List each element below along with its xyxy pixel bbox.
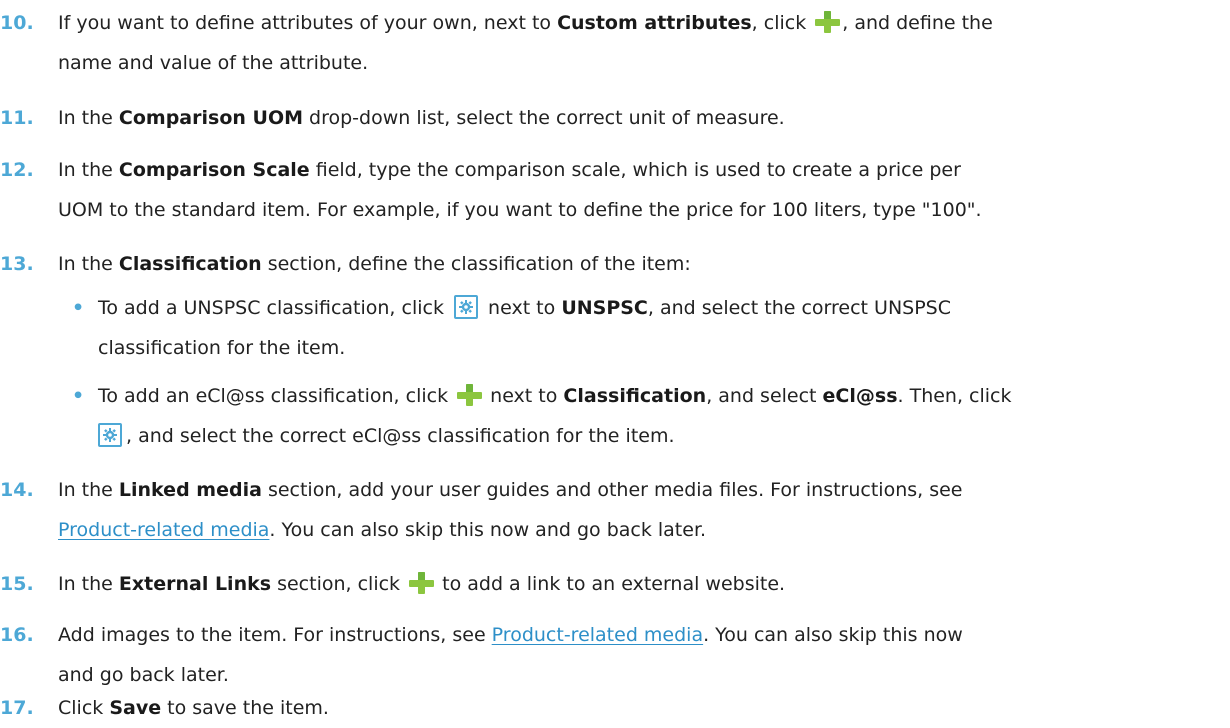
gear-icon: [454, 295, 479, 319]
bullet-dot: •: [72, 385, 85, 407]
step-number: 13.: [0, 253, 34, 275]
ui-term: Classification: [118, 253, 262, 275]
step-13: 13. In the Classification section, defin…: [0, 244, 1220, 284]
ui-term: Classification: [563, 385, 707, 407]
step-number: 17.: [0, 697, 34, 719]
step-number: 14.: [0, 479, 34, 501]
step-text: If you want to define attributes of your…: [58, 11, 993, 34]
list-item-eclass: • To add an eCl@ss classification, click…: [72, 376, 1222, 456]
gear-icon: [98, 423, 122, 447]
step-text: In the Classification section, define th…: [58, 253, 691, 275]
step-text: Add images to the item. For instructions…: [58, 624, 963, 646]
step-number: 15.: [0, 573, 34, 595]
ui-term: eCl@ss: [822, 385, 898, 407]
ui-term: Save: [109, 697, 162, 719]
ui-term: UNSPSC: [561, 297, 648, 319]
step-number: 12.: [0, 159, 34, 181]
bullet-text-continued: classification for the item.: [98, 337, 346, 359]
step-text: In the Linked media section, add your us…: [58, 479, 963, 501]
plus-icon: [408, 572, 435, 594]
ui-term: Comparison UOM: [118, 107, 303, 129]
step-text: In the Comparison Scale field, type the …: [58, 159, 961, 181]
ui-term: External Links: [118, 573, 272, 595]
product-related-media-link[interactable]: Product-related media: [492, 624, 703, 646]
step-10: 10. If you want to define attributes of …: [0, 3, 1220, 83]
step-number: 11.: [0, 107, 34, 129]
step-text-continued: UOM to the standard item. For example, i…: [58, 199, 982, 221]
bullet-text-continued: , and select the correct eCl@ss classifi…: [98, 416, 1222, 456]
ui-term: Custom attributes: [557, 12, 752, 34]
list-item-unspsc: • To add a UNSPSC classification, click …: [72, 288, 1222, 368]
plus-icon: [814, 11, 841, 33]
step-number: 16.: [0, 624, 34, 646]
product-related-media-link[interactable]: Product-related media: [58, 519, 269, 541]
ui-term: Linked media: [118, 479, 262, 501]
bullet-dot: •: [72, 297, 85, 319]
step-16: 16. Add images to the item. For instruct…: [0, 615, 1220, 695]
step-text-continued: name and value of the attribute.: [58, 52, 369, 74]
step-number: 10.: [0, 12, 34, 34]
plus-icon: [456, 384, 483, 406]
ui-term: Comparison Scale: [118, 159, 310, 181]
step-12: 12. In the Comparison Scale field, type …: [0, 150, 1220, 230]
instruction-document: 10. If you want to define attributes of …: [0, 0, 1230, 728]
step-15: 15. In the External Links section, click…: [0, 564, 1220, 604]
step-text-continued: Product-related media. You can also skip…: [58, 519, 707, 541]
bullet-text: To add a UNSPSC classification, click ne…: [98, 295, 951, 319]
step-17: 17. Click Save to save the item.: [0, 688, 1220, 728]
step-text: In the External Links section, click to …: [58, 572, 786, 595]
step-text: In the Comparison UOM drop-down list, se…: [58, 107, 785, 129]
step-14: 14. In the Linked media section, add you…: [0, 470, 1220, 550]
step-text: Click Save to save the item.: [58, 697, 329, 719]
bullet-text: To add an eCl@ss classification, click n…: [98, 384, 1012, 407]
step-11: 11. In the Comparison UOM drop-down list…: [0, 98, 1220, 138]
